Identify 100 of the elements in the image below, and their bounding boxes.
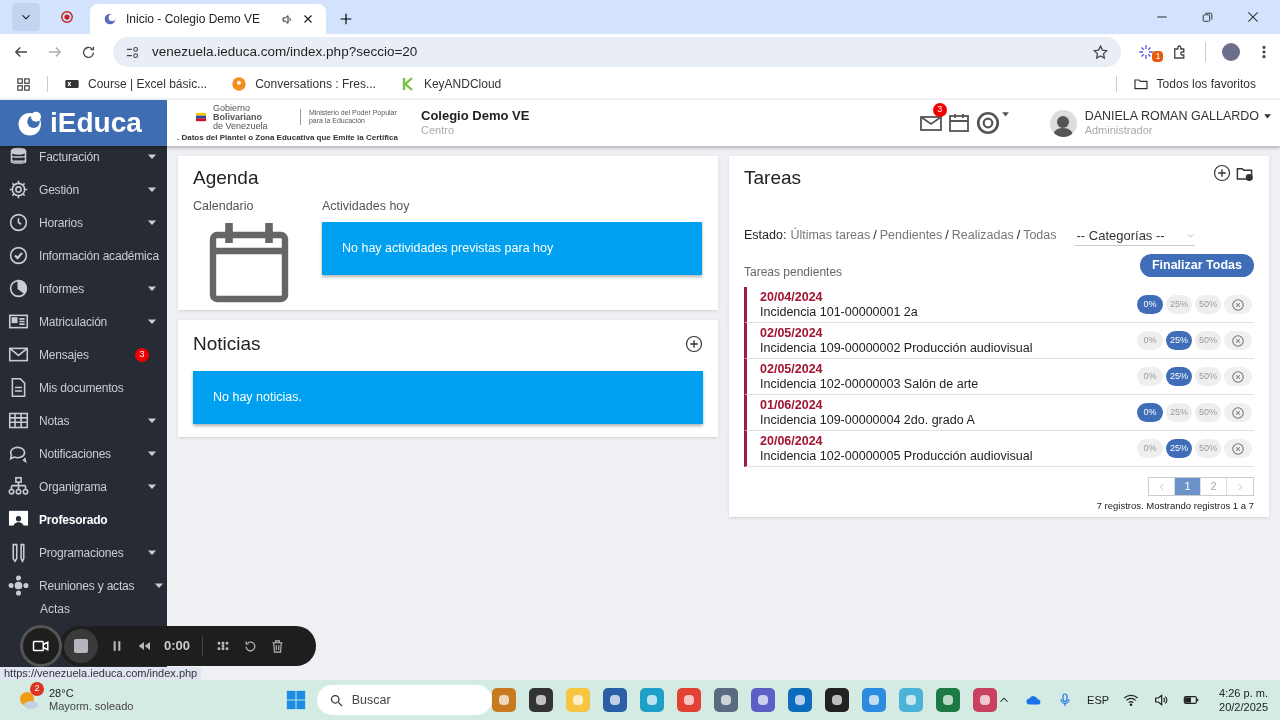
sidebar-item[interactable]: Informes <box>0 272 167 305</box>
dots-cross-icon <box>8 575 29 596</box>
sidebar-subitem[interactable]: Actas <box>40 602 70 617</box>
filter-separator: / <box>1016 227 1021 245</box>
caret-icon <box>1000 110 1010 119</box>
sidebar-item[interactable]: Notas <box>0 404 167 437</box>
status-filter-link[interactable]: Todas <box>1023 226 1057 246</box>
progress-option[interactable]: 25% <box>1166 331 1192 350</box>
user-avatar[interactable] <box>1049 109 1077 137</box>
sidebar-item[interactable]: Facturación <box>0 146 167 173</box>
finalize-all-button[interactable]: Finalizar Todas <box>1139 253 1254 277</box>
filter-separator: / <box>945 227 949 245</box>
coins-icon <box>8 146 29 167</box>
clock-time: 4:26 p. m. <box>1219 686 1268 700</box>
card-title: Noticias <box>193 332 261 356</box>
status-label: Estado: <box>744 227 787 245</box>
task-row[interactable]: 20/04/2024 Incidencia 101-00000001 2a 0% 25% 50% <box>744 287 1254 323</box>
wifi-icon <box>1123 692 1140 708</box>
all-bookmarks[interactable]: Todos los favoritos <box>1132 75 1256 93</box>
tab-title: Inicio - Colegio Demo VE <box>126 11 261 28</box>
activities-label: Actividades hoy <box>322 197 411 215</box>
pie-chart-icon <box>8 278 29 299</box>
cancel-button[interactable] <box>1224 403 1252 422</box>
task-row[interactable]: 02/05/2024 Incidencia 109-00000002 Producción audiovisual 0% 25% 50% <box>744 323 1254 359</box>
close-circle-icon <box>1231 405 1245 420</box>
school-name[interactable]: Colegio Demo VE <box>421 108 530 123</box>
task-name: Incidencia 102-00000005 Producción audiovisual <box>760 448 1033 464</box>
task-name: Incidencia 102-00000003 Salón de arte <box>760 376 979 392</box>
task-date: 02/05/2024 <box>760 361 824 377</box>
school-role: Centro <box>421 123 456 138</box>
card-title: Tareas <box>744 166 802 190</box>
taskbar-search-field[interactable]: Buscar <box>316 685 493 715</box>
sidebar-item[interactable]: Horarios <box>0 206 167 239</box>
task-row[interactable]: 01/06/2024 Incidencia 109-00000004 2do. grado A 0% 25% 50% <box>744 395 1254 431</box>
info-alert: No hay noticias. <box>193 370 703 424</box>
bookmark[interactable]: Course | Excel básic... <box>64 75 208 93</box>
bookmark[interactable]: KeyANDCloud <box>399 75 502 93</box>
input-language[interactable]: ESP <box>1087 691 1110 709</box>
status-filter-link[interactable]: Últimas tareas <box>790 226 871 246</box>
sidebar-item[interactable]: Profesorado <box>0 503 167 536</box>
close-icon <box>1246 10 1260 24</box>
cancel-button[interactable] <box>1224 295 1252 314</box>
cancel-button[interactable] <box>1224 439 1252 458</box>
sidebar-item[interactable]: Matriculación <box>0 305 167 338</box>
sidebar-item[interactable]: Organigrama <box>0 470 167 503</box>
org-chart-icon <box>8 476 29 497</box>
bookmark[interactable]: Conversations : Fres... <box>231 75 376 93</box>
sidebar-item[interactable]: Programaciones <box>0 536 167 569</box>
user-menu[interactable]: DANIELA ROMAN GALLARDO <box>1084 109 1272 123</box>
trash-icon <box>270 638 286 654</box>
progress-option[interactable]: 25% <box>1166 367 1192 386</box>
sparkle-extension-icon <box>1137 43 1156 61</box>
progress-option[interactable]: 0% <box>1137 295 1163 314</box>
task-row[interactable]: 20/06/2024 Incidencia 102-00000005 Producción audiovisual 0% 25% 50% <box>744 431 1254 467</box>
record-icon <box>60 10 74 24</box>
sidebar-item[interactable]: Información académica <box>0 239 167 272</box>
add-circle-icon <box>685 335 703 354</box>
sidebar-item[interactable]: Gestión <box>0 173 167 206</box>
unread-badge: 3 <box>135 347 149 362</box>
ieduca-logo[interactable]: iEduca <box>0 100 167 146</box>
sidebar-item[interactable]: Mis documentos <box>0 371 167 404</box>
stop-button[interactable] <box>64 629 98 663</box>
task-name: Incidencia 109-00000004 2do. grado A <box>760 412 975 428</box>
task-date: 02/05/2024 <box>760 325 824 341</box>
task-name: Incidencia 109-00000002 Producción audiovisual <box>760 340 1033 356</box>
url-text: venezuela.ieduca.com/index.php?seccio=20 <box>152 42 418 61</box>
sidebar-item[interactable]: Notificaciones <box>0 437 167 470</box>
speaker-icon <box>281 12 294 26</box>
task-date: 20/06/2024 <box>760 433 824 449</box>
status-filter-link[interactable]: Pendientes <box>879 226 943 246</box>
calendar-label: Calendario <box>193 197 255 215</box>
browser-tab[interactable]: Inicio - Colegio Demo VE <box>90 4 326 34</box>
progress-option[interactable]: 0% <box>1137 403 1163 422</box>
task-date: 20/04/2024 <box>760 289 824 305</box>
add-circle-icon <box>1213 164 1231 182</box>
search-icon <box>328 692 344 708</box>
star-icon <box>1092 43 1110 61</box>
weather-badge: 2 <box>30 682 44 696</box>
profile-avatar[interactable] <box>1222 43 1240 61</box>
progress-option[interactable]: 25% <box>1166 439 1192 458</box>
calendar-icon <box>946 111 971 135</box>
clock-date: 20/2/2025 <box>1219 700 1268 714</box>
check-circle-icon <box>8 245 29 266</box>
task-row[interactable]: 02/05/2024 Incidencia 102-00000003 Salón de arte 0% 25% 50% <box>744 359 1254 395</box>
undo-icon <box>243 638 259 654</box>
certificate-caption: . Datos del Plantel o Zona Educativa que Emite la Certifica <box>177 132 398 143</box>
records-summary: 7 registros. Mostrando registros 1 a 7 <box>1096 499 1254 513</box>
sidebar-item[interactable]: Mensajes 3 <box>0 338 167 371</box>
sidebar-item[interactable]: Reuniones y actas <box>0 569 167 602</box>
cancel-button[interactable] <box>1224 367 1252 386</box>
address-bar[interactable]: venezuela.ieduca.com/index.php?seccio=20 <box>113 37 1122 67</box>
task-date: 01/06/2024 <box>760 397 824 413</box>
chevron-right-icon <box>1235 481 1245 492</box>
extension-badge: 1 <box>1152 51 1164 62</box>
user-role: Administrador <box>1084 123 1154 137</box>
help-menu[interactable] <box>974 110 1010 136</box>
category-select[interactable]: -- Categorías -- <box>1074 225 1195 246</box>
cancel-button[interactable] <box>1224 331 1252 350</box>
filter-separator: / <box>873 227 877 245</box>
status-filter-link[interactable]: Realizadas <box>951 226 1014 246</box>
